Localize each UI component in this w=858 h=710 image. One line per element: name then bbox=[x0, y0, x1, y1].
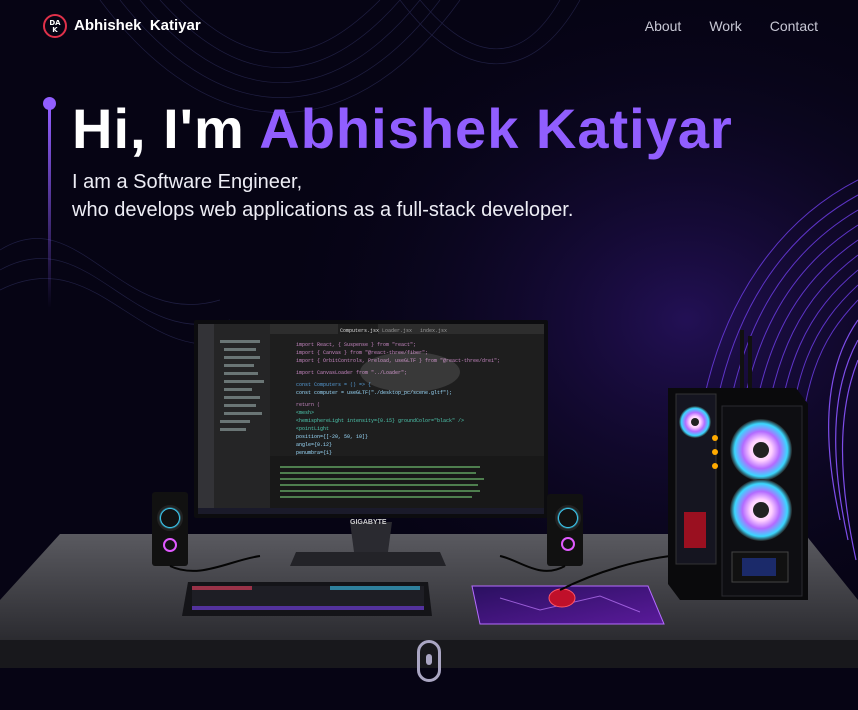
code-line-13: penumbra={1} bbox=[296, 450, 332, 456]
hero-title: Hi, I'm Abhishek Katiyar bbox=[72, 99, 733, 159]
hero-subtitle-line-1: I am a Software Engineer, bbox=[72, 171, 303, 193]
code-line-6: const computer = useGLTF("./desktop_pc/s… bbox=[296, 390, 452, 396]
code-line-9: <hemisphereLight intensity={0.15} ground… bbox=[296, 418, 464, 424]
editor-tab-1: Computers.jsx bbox=[340, 328, 379, 334]
code-line-12: angle={0.12} bbox=[296, 442, 332, 448]
nav-links: About Work Contact bbox=[645, 18, 818, 34]
timeline-line bbox=[48, 108, 51, 308]
code-line-11: position={[-20, 50, 10]} bbox=[296, 434, 368, 440]
editor-tab-3: index.jsx bbox=[420, 328, 447, 334]
pc-case bbox=[668, 330, 808, 600]
mouse-scroll-icon[interactable] bbox=[417, 640, 441, 682]
monitor-stand bbox=[350, 522, 392, 552]
keyboard-keys bbox=[192, 586, 424, 610]
code-line-8: <mesh> bbox=[296, 410, 314, 416]
code-line-10: <pointLight bbox=[296, 426, 329, 432]
logo-badge[interactable]: DAK bbox=[43, 14, 67, 38]
hero-greeting: Hi, I'm bbox=[72, 97, 245, 160]
nav-link-work[interactable]: Work bbox=[709, 18, 741, 34]
mouse bbox=[548, 588, 576, 608]
nav-link-contact[interactable]: Contact bbox=[770, 18, 818, 34]
hero-name: Abhishek Katiyar bbox=[259, 97, 733, 160]
scroll-indicator-dot bbox=[426, 654, 432, 665]
brand-name[interactable]: Abhishek Katiyar bbox=[74, 17, 201, 34]
hero-subtitle: I am a Software Engineer, who develops w… bbox=[72, 168, 573, 224]
code-line-7: return ( bbox=[296, 402, 320, 408]
nav-link-about[interactable]: About bbox=[645, 18, 682, 34]
code-line-5: const Computers = () => { bbox=[296, 382, 371, 388]
hero-subtitle-line-2: who develops web applications as a full-… bbox=[72, 199, 574, 221]
code-line-1: import React, { Suspense } from "react"; bbox=[296, 342, 416, 348]
logo-text: DAK bbox=[49, 19, 61, 34]
monitor-brand: GIGABYTE bbox=[350, 519, 387, 526]
editor-tab-2: Loader.jsx bbox=[382, 328, 412, 334]
navbar: DAK Abhishek Katiyar About Work Contact bbox=[0, 0, 858, 52]
